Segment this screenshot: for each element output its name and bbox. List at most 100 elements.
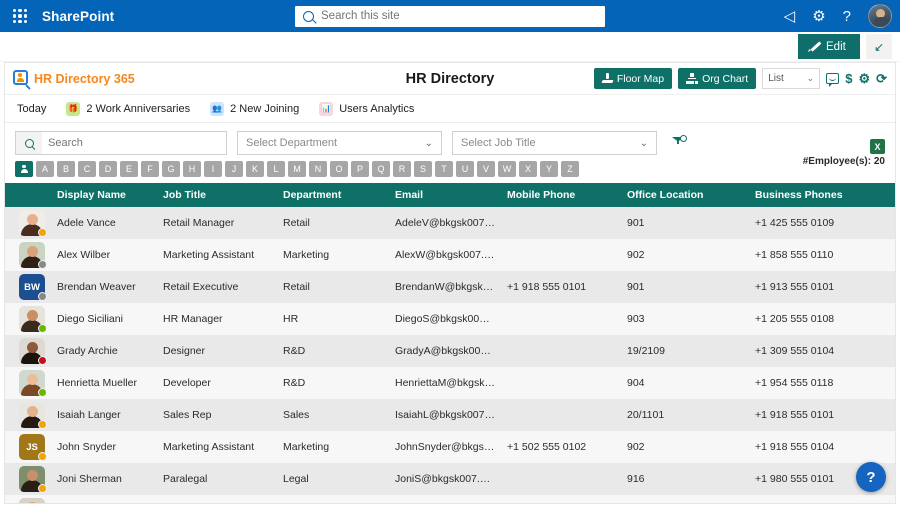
alphabet-filter-h[interactable]: H <box>183 161 201 177</box>
alphabet-filter-f[interactable]: F <box>141 161 159 177</box>
settings-gear-icon[interactable]: ⚙ <box>858 72 870 85</box>
alphabet-filter-d[interactable]: D <box>99 161 117 177</box>
alphabet-filter-y[interactable]: Y <box>540 161 558 177</box>
view-mode-select[interactable]: List ⌄ <box>762 68 821 89</box>
avatar-cell <box>5 399 51 431</box>
alphabet-filter-m[interactable]: M <box>288 161 306 177</box>
app-launcher-waffle-icon[interactable] <box>10 6 30 26</box>
sharepoint-brand[interactable]: SharePoint <box>42 9 114 24</box>
site-search-input[interactable] <box>321 10 597 22</box>
tab-users-analytics[interactable]: 📊 Users Analytics <box>319 101 414 116</box>
column-header-avatar[interactable] <box>5 183 51 207</box>
alphabet-filter-b[interactable]: B <box>57 161 75 177</box>
cell-mobile-phone <box>501 399 621 431</box>
presence-indicator <box>38 324 47 333</box>
table-row[interactable]: BW Brendan Weaver Retail Executive Retail Br… <box>5 271 895 303</box>
cell-office-location: 903 <box>627 313 645 325</box>
help-floating-button[interactable]: ? <box>856 462 886 492</box>
cell-department: Marketing <box>283 441 330 453</box>
alphabet-filter-p[interactable]: P <box>351 161 369 177</box>
directory-search-input[interactable] <box>42 137 226 149</box>
alphabet-filter-j[interactable]: J <box>225 161 243 177</box>
avatar[interactable] <box>19 210 47 237</box>
tab-work-anniversaries[interactable]: 🎁 2 Work Anniversaries <box>66 101 190 116</box>
column-header-department[interactable]: Department <box>277 183 389 207</box>
alphabet-filter-u[interactable]: U <box>456 161 474 177</box>
alphabet-filter-s[interactable]: S <box>414 161 432 177</box>
alphabet-filter-e[interactable]: E <box>120 161 138 177</box>
help-icon[interactable]: ? <box>843 9 851 24</box>
alphabet-filter-k[interactable]: K <box>246 161 264 177</box>
avatar[interactable]: BW <box>19 274 47 301</box>
column-header-email[interactable]: Email <box>389 183 501 207</box>
alphabet-filter-t[interactable]: T <box>435 161 453 177</box>
department-select[interactable]: Select Department ⌄ <box>237 131 442 155</box>
avatar[interactable] <box>19 306 47 333</box>
alphabet-filter-l[interactable]: L <box>267 161 285 177</box>
cell-office-location: 902 <box>627 249 645 261</box>
app-logo[interactable]: HR Directory 365 <box>13 70 135 90</box>
alphabet-filter-c[interactable]: C <box>78 161 96 177</box>
search-icon-button[interactable] <box>16 132 42 154</box>
excel-export-icon[interactable]: X <box>870 139 885 154</box>
alphabet-filter-v[interactable]: V <box>477 161 495 177</box>
cell-display-name <box>51 495 157 503</box>
column-header-mobile-phone[interactable]: Mobile Phone <box>501 183 621 207</box>
cell-department: R&D <box>283 377 306 389</box>
floor-map-button[interactable]: Floor Map <box>593 68 673 89</box>
tab-new-joining[interactable]: 👥 2 New Joining <box>210 101 299 116</box>
refresh-icon[interactable]: ⟳ <box>876 72 887 85</box>
alphabet-filter-n[interactable]: N <box>309 161 327 177</box>
alphabet-filter-r[interactable]: R <box>393 161 411 177</box>
alphabet-filter-z[interactable]: Z <box>561 161 579 177</box>
alphabet-filter-w[interactable]: W <box>498 161 516 177</box>
avatar[interactable] <box>19 498 45 503</box>
directory-search-box[interactable] <box>15 131 227 155</box>
table-row[interactable]: Joni Sherman Paralegal Legal JoniS@bkgsk007… <box>5 463 895 495</box>
table-row[interactable] <box>5 495 895 503</box>
job-title-select[interactable]: Select Job Title ⌄ <box>452 131 657 155</box>
avatar[interactable] <box>19 242 47 269</box>
cell-department: Marketing <box>283 249 330 261</box>
alphabet-filter-x[interactable]: X <box>519 161 537 177</box>
avatar[interactable] <box>19 402 47 429</box>
edit-button[interactable]: Edit <box>798 34 860 59</box>
org-chart-button[interactable]: Org Chart <box>678 68 757 89</box>
avatar-head <box>26 374 38 385</box>
alphabet-filter-a[interactable]: A <box>36 161 54 177</box>
alphabet-filter-q[interactable]: Q <box>372 161 390 177</box>
column-header-business-phones[interactable]: Business Phones <box>749 183 895 207</box>
tab-today[interactable]: Today <box>17 103 46 115</box>
column-header-job-title[interactable]: Job Title <box>157 183 277 207</box>
alphabet-filter-o[interactable]: O <box>330 161 348 177</box>
advanced-filter-icon[interactable] <box>671 135 687 151</box>
collapse-button[interactable]: ↙ <box>866 34 892 59</box>
table-row[interactable]: Grady Archie Designer R&D GradyA@bkgsk007.o… <box>5 335 895 367</box>
table-row[interactable]: Isaiah Langer Sales Rep Sales IsaiahL@bkgsk… <box>5 399 895 431</box>
site-search-box[interactable] <box>295 5 605 27</box>
table-row[interactable]: JS John Snyder Marketing Assistant Marketin… <box>5 431 895 463</box>
cell-office-location: 916 <box>627 473 645 485</box>
user-avatar[interactable] <box>868 4 892 28</box>
dollar-icon[interactable]: $ <box>845 72 852 85</box>
cell-business-phones: +1 425 555 0109 <box>755 217 835 229</box>
floor-map-icon <box>602 73 613 84</box>
avatar[interactable] <box>19 370 47 397</box>
table-row[interactable]: Diego Siciliani HR Manager HR DiegoS@bkgsk0… <box>5 303 895 335</box>
alphabet-filter-g[interactable]: G <box>162 161 180 177</box>
table-row[interactable]: Adele Vance Retail Manager Retail AdeleV@bk… <box>5 207 895 239</box>
table-row[interactable]: Alex Wilber Marketing Assistant Marketing A… <box>5 239 895 271</box>
table-row[interactable]: Henrietta Mueller Developer R&D HenriettaM@… <box>5 367 895 399</box>
avatar[interactable]: JS <box>19 434 47 461</box>
column-header-office-location[interactable]: Office Location <box>621 183 749 207</box>
megaphone-icon[interactable]: ◁ <box>784 9 796 24</box>
feedback-icon[interactable] <box>826 73 840 87</box>
gear-icon[interactable]: ⚙ <box>812 9 825 24</box>
alphabet-filter-i[interactable]: I <box>204 161 222 177</box>
alphabet-all-button[interactable] <box>15 161 33 177</box>
search-icon <box>303 10 314 22</box>
avatar[interactable] <box>19 466 47 493</box>
cell-email: AdeleV@bkgsk007.onm... <box>395 217 501 229</box>
column-header-display-name[interactable]: Display Name <box>51 183 157 207</box>
avatar[interactable] <box>19 338 47 365</box>
